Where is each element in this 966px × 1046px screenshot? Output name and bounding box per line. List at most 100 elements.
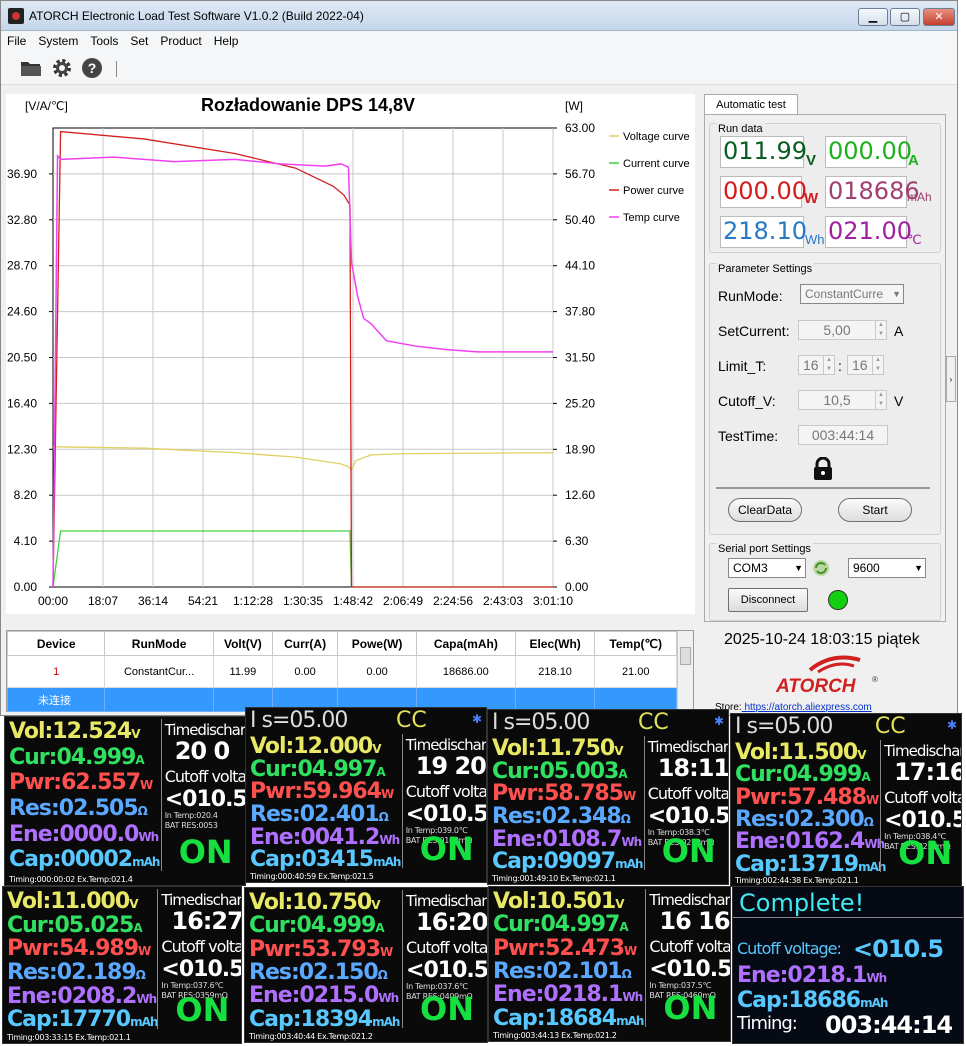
time-discharge-value: 17:16: [894, 758, 962, 786]
baud-select[interactable]: 9600 ▼: [848, 558, 926, 578]
timing-line: Timing:003:33:15 Ex.Temp:021.1: [7, 1033, 131, 1042]
help-icon[interactable]: ?: [81, 57, 103, 79]
reading-ene: Ene:0218.1Wh: [493, 982, 643, 1007]
table-row[interactable]: 1 ConstantCur... 11.99 0.00 0.00 18686.00 218.…: [6, 655, 677, 688]
timing-line: Timing:003:40:44 Ex.Temp:021.2: [249, 1032, 373, 1041]
menu-product[interactable]: Product: [154, 31, 207, 48]
reading-value: 57.488: [787, 784, 867, 810]
menu-system[interactable]: System: [32, 31, 84, 48]
reading-pwr: Pwr:57.488W: [735, 784, 879, 810]
column-header[interactable]: Volt(V): [212, 631, 273, 656]
cutoff-label: Cutoff_V:: [718, 393, 776, 409]
tab-automatic-test[interactable]: Automatic test: [704, 94, 798, 115]
column-header[interactable]: Capa(mAh): [415, 631, 516, 656]
output-on-indicator: ON: [898, 834, 953, 872]
reading-unit: Ω: [620, 812, 631, 826]
limit-hours-input[interactable]: 16: [798, 355, 824, 375]
cutoff-voltage-value: <010.5: [164, 787, 246, 812]
reading-ene: Ene:0041.2Wh: [250, 825, 400, 850]
close-button[interactable]: ✕: [923, 8, 955, 26]
left-tick-label: 16.40: [7, 396, 37, 410]
table-cell: 0.00: [337, 655, 417, 688]
runmode-value: ConstantCurre: [805, 287, 884, 301]
timing-line: Timing:003:44:13 Ex.Temp:021.2: [493, 1031, 617, 1040]
voltage-readout: 011.99: [720, 136, 807, 168]
cutoff-input[interactable]: 10,5: [798, 390, 876, 410]
setcurrent-input[interactable]: 5,00: [798, 320, 876, 340]
reading-unit: A: [619, 920, 628, 935]
reading-label: Pwr:: [250, 779, 303, 805]
time-discharge-value: 18:11: [657, 754, 729, 782]
refresh-icon[interactable]: [812, 559, 830, 577]
reading-unit: A: [133, 920, 142, 935]
reading-cur: Cur:05.025A: [7, 913, 143, 938]
x-tick-label: 54:21: [188, 594, 218, 608]
start-button[interactable]: Start: [838, 498, 912, 522]
port-select[interactable]: COM3 ▼: [728, 558, 806, 578]
side-expand-handle[interactable]: ›: [946, 356, 956, 402]
setcurrent-spinner[interactable]: ▲ ▼: [875, 320, 887, 340]
device-screen-photo: Vol:10.750V Cur:04.999A Pwr:53.793W Res:02.…: [244, 887, 488, 1043]
right-tick-label: 37.80: [565, 305, 595, 319]
cutoff-spinner[interactable]: ▲ ▼: [875, 390, 887, 410]
menu-set[interactable]: Set: [124, 31, 154, 48]
limit-hours-spinner[interactable]: ▲ ▼: [823, 355, 835, 375]
reading-value: 54.989: [59, 936, 139, 962]
tab-body: Run data 011.99 V 000.00 A 000.00 W 0186…: [704, 114, 946, 622]
column-header[interactable]: Temp(℃): [594, 631, 677, 656]
store-link: Store: https://atorch.aliexpress.com: [715, 702, 872, 713]
cc-mode: CC: [638, 710, 669, 735]
left-axis-label: [V/A/℃]: [25, 99, 68, 113]
power-value: 000.00: [723, 177, 807, 205]
reading-unit: W: [624, 943, 637, 958]
minimize-button[interactable]: ▁: [858, 8, 888, 26]
reading-value: 58.785: [544, 781, 624, 807]
menu-file[interactable]: File: [1, 31, 32, 48]
left-tick-label: 36.90: [7, 167, 37, 181]
complete-cutoff-value: <010.5: [853, 935, 944, 963]
limit-minutes-input[interactable]: 16: [847, 355, 873, 375]
reading-value: 18394: [300, 1006, 374, 1032]
screen-divider: [643, 736, 645, 870]
time-discharge-value: 19 20: [415, 752, 486, 780]
limit-minutes-spinner[interactable]: ▲ ▼: [872, 355, 884, 375]
timing-line: Timing:002:44:38 Ex.Temp:021.1: [735, 876, 859, 885]
clear-data-button[interactable]: ClearData: [728, 498, 802, 522]
complete-timing-value: 003:44:14: [825, 1011, 953, 1039]
connection-status-indicator: [828, 590, 848, 610]
complete-divider: [733, 917, 963, 918]
x-tick-label: 36:14: [138, 594, 168, 608]
maximize-button[interactable]: ▢: [890, 8, 920, 26]
column-header[interactable]: Curr(A): [271, 631, 339, 656]
cutoff-voltage-value: <010.5: [647, 804, 729, 829]
complete-cutoff-label: Cutoff voltage:: [737, 939, 842, 958]
runmode-select[interactable]: ConstantCurre ▼: [800, 284, 904, 304]
lock-icon[interactable]: [812, 457, 834, 481]
x-tick-label: 2:24:56: [433, 594, 473, 608]
folder-icon[interactable]: [20, 57, 42, 79]
reading-cur: Cur:04.997A: [250, 757, 386, 782]
time-discharge-value: 16:27: [171, 907, 242, 935]
disconnect-button[interactable]: Disconnect: [728, 588, 808, 612]
column-header[interactable]: Device: [6, 631, 106, 656]
reading-value: 0000.0: [59, 821, 139, 847]
reading-unit: V: [614, 744, 623, 758]
reading-label: Cap:: [250, 847, 303, 873]
menu-help[interactable]: Help: [208, 31, 245, 48]
gear-icon[interactable]: [51, 57, 73, 79]
column-header[interactable]: Elec(Wh): [514, 631, 596, 656]
table-scrollbar[interactable]: [677, 631, 693, 711]
column-header[interactable]: Powe(W): [337, 631, 417, 656]
testtime-label: TestTime:: [718, 428, 779, 444]
cutoff-voltage-value: <010.5: [406, 958, 488, 983]
column-header[interactable]: RunMode: [104, 631, 214, 656]
menu-tools[interactable]: Tools: [84, 31, 124, 48]
reading-value: 0108.7: [542, 826, 622, 852]
reading-value: 52.473: [545, 935, 625, 961]
store-url[interactable]: https://atorch.aliexpress.com: [742, 702, 871, 713]
table-cell: 未连接: [6, 687, 106, 712]
reading-label: Cap:: [492, 849, 545, 875]
reading-res: Res:02.401Ω: [250, 802, 389, 827]
reading-pwr: Pwr:62.557W: [9, 770, 153, 795]
timing-line: Timing:000:00:02 Ex.Temp:021.4: [9, 875, 133, 884]
